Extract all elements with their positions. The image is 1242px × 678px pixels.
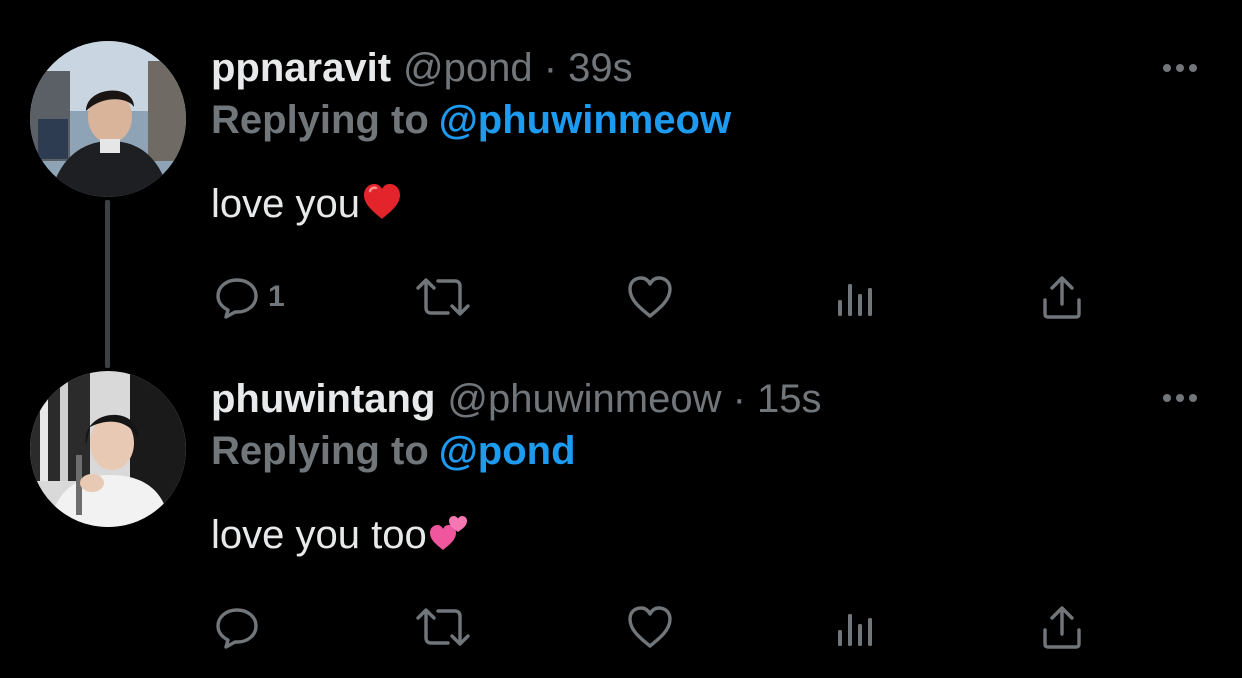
display-name[interactable]: phuwintang <box>211 377 435 421</box>
share-button[interactable] <box>1040 602 1084 652</box>
reply-icon <box>216 608 258 649</box>
red-heart-emoji <box>362 183 402 232</box>
replying-to-mention[interactable]: @pond <box>439 429 576 473</box>
replying-to: Replying to @pond <box>211 427 576 475</box>
share-icon <box>1043 606 1081 649</box>
retweet-button[interactable] <box>414 272 472 322</box>
views-icon <box>838 284 872 316</box>
display-name[interactable]: ppnaravit <box>211 46 391 90</box>
more-icon <box>1163 394 1197 402</box>
retweet-icon <box>416 608 470 646</box>
two-hearts-emoji <box>429 514 469 563</box>
more-icon <box>1163 64 1197 72</box>
like-button[interactable] <box>626 272 674 322</box>
tweet[interactable]: ppnaravit @pond · 39s Replying to @phuwinm… <box>0 0 1242 368</box>
like-icon <box>628 606 672 648</box>
tweet-header: phuwintang @phuwinmeow · 15s <box>211 375 822 423</box>
retweet-icon <box>416 278 470 316</box>
tweet[interactable]: phuwintang @phuwinmeow · 15s Replying to @… <box>0 340 1242 678</box>
views-button[interactable] <box>834 272 878 322</box>
reply-icon <box>216 278 258 319</box>
like-button[interactable] <box>626 602 674 652</box>
action-bar <box>0 602 1242 652</box>
reply-button[interactable] <box>214 602 268 652</box>
replying-to-label: Replying to <box>211 98 429 142</box>
share-icon <box>1043 276 1081 319</box>
more-button[interactable] <box>1158 386 1202 410</box>
replying-to-label: Replying to <box>211 429 429 473</box>
tweet-text-content: love you too <box>211 513 427 557</box>
action-bar: 1 <box>0 272 1242 322</box>
views-button[interactable] <box>834 602 878 652</box>
tweet-text-content: love you <box>211 182 360 226</box>
reply-count: 1 <box>268 280 285 313</box>
handle-and-time: @phuwinmeow · 15s <box>447 377 822 421</box>
views-icon <box>838 614 872 646</box>
replying-to: Replying to @phuwinmeow <box>211 96 731 144</box>
more-button[interactable] <box>1158 56 1202 80</box>
tweet-header: ppnaravit @pond · 39s <box>211 44 633 92</box>
share-button[interactable] <box>1040 272 1084 322</box>
tweet-text: love you <box>211 180 402 232</box>
tweet-text: love you too <box>211 511 469 563</box>
avatar[interactable] <box>30 371 186 527</box>
handle-and-time: @pond · 39s <box>403 46 633 90</box>
retweet-button[interactable] <box>414 602 472 652</box>
avatar[interactable] <box>30 41 186 197</box>
reply-button[interactable]: 1 <box>214 272 285 322</box>
replying-to-mention[interactable]: @phuwinmeow <box>439 98 731 142</box>
like-icon <box>628 276 672 318</box>
